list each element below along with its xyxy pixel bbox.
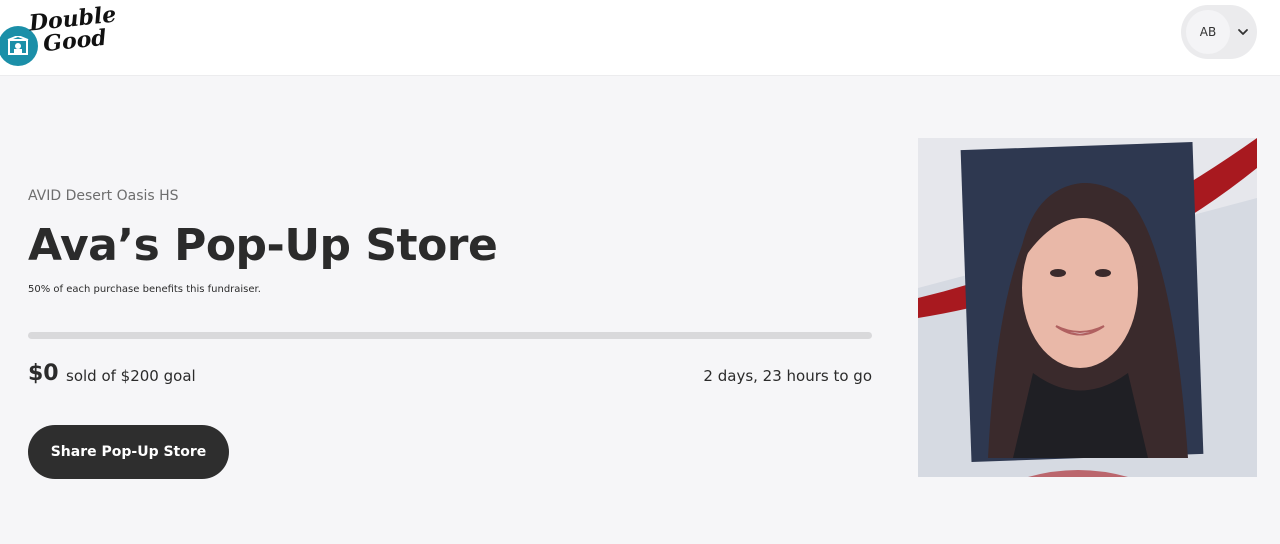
share-pop-up-store-button[interactable]: Share Pop-Up Store	[28, 425, 229, 479]
seller-photo	[918, 138, 1257, 477]
benefit-note: 50% of each purchase benefits this fundr…	[28, 284, 261, 295]
avatar: AB	[1186, 10, 1230, 54]
sold-amount: $0	[28, 361, 59, 386]
account-menu-button[interactable]: AB	[1181, 5, 1257, 59]
sold-goal-label: sold of $200 goal	[66, 367, 196, 385]
page-title: Ava’s Pop-Up Store	[28, 220, 498, 271]
logo-wordmark: Double Good	[28, 2, 120, 58]
logo-line-2: Good	[41, 24, 108, 58]
time-remaining: 2 days, 23 hours to go	[703, 367, 872, 385]
goal-progress-bar	[28, 332, 872, 339]
top-bar: Double Good AB	[0, 0, 1280, 76]
organization-name: AVID Desert Oasis HS	[28, 188, 179, 204]
person-portrait-image	[918, 138, 1257, 477]
double-good-logo[interactable]: Double Good	[0, 2, 120, 66]
chevron-down-icon	[1238, 29, 1248, 35]
